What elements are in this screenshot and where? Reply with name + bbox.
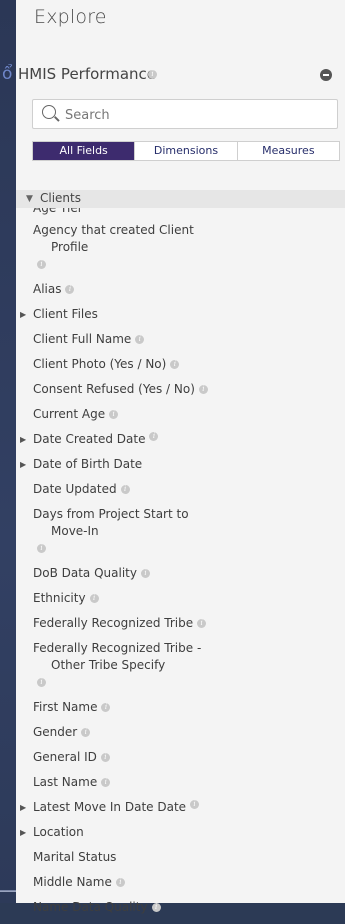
field-label: Marital Status — [33, 850, 117, 864]
field-item[interactable]: Gender i — [16, 724, 345, 741]
group-label: Clients — [40, 191, 81, 205]
field-item[interactable]: Ethnicity i — [16, 590, 345, 607]
field-item[interactable]: Date Updated i — [16, 481, 345, 498]
field-label: Profile — [51, 240, 89, 254]
info-icon[interactable]: i — [148, 70, 157, 79]
field-filter-tabs: All Fields Dimensions Measures — [32, 141, 340, 161]
background-line — [0, 891, 16, 892]
expand-caret-icon[interactable]: ▶ — [20, 799, 26, 816]
field-label: Agency that created Client — [33, 223, 194, 237]
field-item[interactable]: Consent Refused (Yes / No) i — [16, 381, 345, 398]
field-label: Other Tribe Specify — [51, 658, 166, 672]
info-icon[interactable]: i — [170, 360, 180, 369]
field-label: Ethnicity — [33, 591, 86, 605]
info-icon[interactable]: i — [140, 569, 150, 578]
field-label: Middle Name — [33, 875, 112, 889]
info-icon[interactable]: i — [190, 800, 200, 809]
expand-caret-icon[interactable]: ▶ — [20, 456, 26, 473]
field-item[interactable]: First Name i — [16, 699, 345, 716]
search-box[interactable] — [32, 99, 338, 129]
info-icon[interactable]: i — [37, 678, 46, 687]
field-label: Date Created Date — [33, 432, 146, 446]
info-icon[interactable]: i — [151, 903, 161, 912]
field-label: Latest Move In Date Date — [33, 800, 187, 814]
info-icon[interactable]: i — [101, 703, 111, 712]
field-item[interactable]: Middle Name i — [16, 874, 345, 891]
field-label: Client Photo (Yes / No) — [33, 357, 167, 371]
field-item[interactable]: ▶ Client Files — [16, 306, 345, 323]
search-input[interactable] — [63, 104, 327, 126]
info-icon[interactable]: i — [109, 410, 119, 419]
search-icon — [42, 105, 56, 119]
field-item[interactable]: ▶ Location — [16, 824, 345, 841]
field-label: Last Name — [33, 775, 98, 789]
caret-down-icon: ▼ — [26, 194, 33, 204]
field-label: Federally Recognized Tribe - — [33, 641, 202, 655]
expand-caret-icon[interactable]: ▶ — [20, 824, 26, 841]
collapse-icon[interactable] — [320, 69, 332, 81]
field-label: Location — [33, 825, 84, 839]
field-item[interactable]: Federally Recognized Tribe i — [16, 615, 345, 632]
field-item[interactable]: ▶ Date Created Date i — [16, 431, 345, 448]
field-item[interactable]: DoB Data Quality i — [16, 565, 345, 582]
field-item[interactable]: ▶ Date of Birth Date — [16, 456, 345, 473]
model-icon: ổ — [2, 64, 13, 84]
field-label: Client Full Name — [33, 332, 132, 346]
model-name: HMIS Performance — [18, 65, 156, 83]
field-item[interactable]: Current Age i — [16, 406, 345, 423]
info-icon[interactable]: i — [149, 432, 159, 441]
field-item[interactable]: Days from Project Start to Move-In i — [16, 506, 345, 557]
background-left-strip — [0, 0, 16, 903]
field-label: Current Age — [33, 407, 106, 421]
field-label: DoB Data Quality — [33, 566, 137, 580]
field-label: Name Data Quality — [33, 900, 148, 914]
group-header-clients[interactable]: ▼ Clients — [16, 190, 345, 208]
tab-all-fields[interactable]: All Fields — [33, 142, 136, 160]
field-label: Consent Refused (Yes / No) — [33, 382, 195, 396]
info-icon[interactable]: i — [65, 285, 75, 294]
page-title: Explore — [34, 6, 107, 28]
tab-measures[interactable]: Measures — [237, 142, 339, 160]
info-icon[interactable]: i — [198, 385, 208, 394]
field-item[interactable]: Alias i — [16, 281, 345, 298]
field-label: Gender — [33, 725, 78, 739]
field-label: Days from Project Start to — [33, 507, 189, 521]
field-label: General ID — [33, 750, 97, 764]
info-icon[interactable]: i — [100, 753, 110, 762]
info-icon[interactable]: i — [81, 728, 91, 737]
tab-dimensions[interactable]: Dimensions — [135, 142, 238, 160]
field-item[interactable]: Client Photo (Yes / No) i — [16, 356, 345, 373]
info-icon[interactable]: i — [37, 260, 46, 269]
field-label: Date Updated — [33, 482, 117, 496]
info-icon[interactable]: i — [135, 335, 145, 344]
field-picker-panel: Explore ổ HMIS Performance i All Fields … — [2, 0, 345, 914]
expand-caret-icon[interactable]: ▶ — [20, 431, 26, 448]
field-label: Alias — [33, 282, 62, 296]
field-item[interactable]: Last Name i — [16, 774, 345, 791]
info-icon[interactable]: i — [120, 485, 130, 494]
field-label: First Name — [33, 700, 98, 714]
info-icon[interactable]: i — [197, 619, 207, 628]
field-item[interactable]: Name Data Quality i — [16, 899, 345, 916]
field-label: Client Files — [33, 307, 98, 321]
field-list: Agency that created Client Profile i Alias i… — [16, 222, 345, 924]
field-label: Federally Recognized Tribe — [33, 616, 194, 630]
field-item[interactable]: Federally Recognized Tribe - Other Tribe … — [16, 640, 345, 691]
field-label: Date of Birth Date — [33, 457, 143, 471]
info-icon[interactable]: i — [115, 878, 125, 887]
field-item[interactable]: Marital Status — [16, 849, 345, 866]
field-item[interactable]: ▶ Latest Move In Date Date i — [16, 799, 345, 816]
info-icon[interactable]: i — [101, 778, 111, 787]
field-label: Move-In — [51, 524, 99, 538]
field-item[interactable]: Client Full Name i — [16, 331, 345, 348]
expand-caret-icon[interactable]: ▶ — [20, 306, 26, 323]
field-item[interactable]: General ID i — [16, 749, 345, 766]
model-row[interactable]: ổ HMIS Performance i — [2, 64, 345, 86]
field-item[interactable]: Agency that created Client Profile i — [16, 222, 345, 273]
info-icon[interactable]: i — [89, 594, 99, 603]
info-icon[interactable]: i — [37, 544, 46, 553]
